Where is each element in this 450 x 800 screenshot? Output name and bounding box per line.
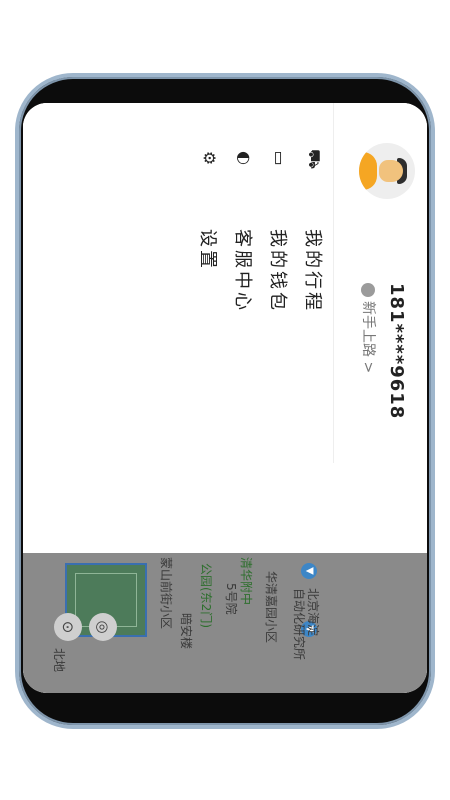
- map-label: 北京海淀: [306, 588, 320, 637]
- user-level[interactable]: 新手上路 >: [359, 283, 379, 373]
- map-label: 自动化研究所: [292, 588, 306, 661]
- menu-label: 我的钱包: [267, 229, 288, 313]
- side-drawer: 181****9618 新手上路 > ⛟ 我的行程 ▭ 我的钱包 ◐ 客服中心: [23, 103, 427, 553]
- refresh-button[interactable]: ⊙: [54, 613, 82, 641]
- menu-label: 客服中心: [232, 229, 253, 313]
- map-label: 5号院: [224, 583, 238, 615]
- divider: [333, 103, 334, 463]
- menu-label: 设置: [197, 229, 218, 271]
- map-label: 清华附中: [239, 557, 253, 606]
- map-view[interactable]: ▼ ▼ 北京海淀 自动化研究所 华清嘉园小区 清华附中 5号院 公园(东2门) …: [23, 553, 427, 693]
- map-label: 暗安楼: [179, 613, 193, 650]
- gear-icon: ⚙: [200, 150, 219, 166]
- screen: ▼ ▼ 北京海淀 自动化研究所 华清嘉园小区 清华附中 5号院 公园(东2门) …: [23, 103, 427, 693]
- menu-label: 我的行程: [302, 229, 323, 313]
- avatar[interactable]: [359, 143, 415, 199]
- car-icon: ⛟: [305, 149, 324, 170]
- level-text: 新手上路 >: [360, 301, 376, 374]
- map-label: 华清嘉园小区: [264, 571, 278, 644]
- level-badge-icon: [361, 283, 375, 297]
- wallet-icon: ▭: [270, 150, 289, 166]
- phone-number: 181****9618: [386, 283, 407, 420]
- map-label: 公园(东2门): [199, 563, 213, 628]
- headset-icon: ◐: [235, 151, 254, 165]
- app-landscape: ▼ ▼ 北京海淀 自动化研究所 华清嘉园小区 清华附中 5号院 公园(东2门) …: [23, 103, 427, 693]
- map-label: 北地: [52, 648, 66, 673]
- locate-button[interactable]: ◎: [89, 613, 117, 641]
- location-pin-icon[interactable]: ▼: [301, 563, 317, 579]
- map-label: 蒙山前街小区: [159, 557, 173, 630]
